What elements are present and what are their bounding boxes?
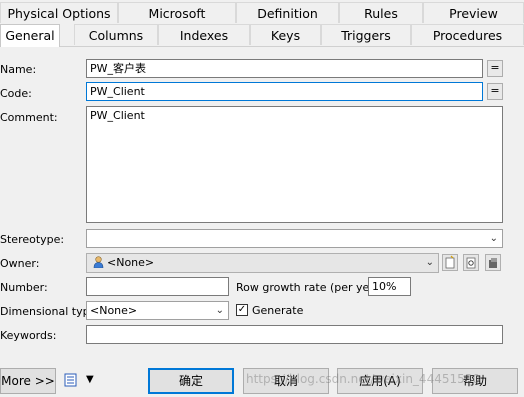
tab-preview[interactable]: Preview [423,2,524,23]
dropdown-arrow-icon[interactable]: ▼ [86,374,94,385]
tab-procedures[interactable]: Procedures [411,24,524,45]
code-field[interactable]: PW_Client [86,82,483,101]
tab-microsoft[interactable]: Microsoft [118,2,236,23]
stereotype-combo[interactable]: ⌄ [86,229,503,248]
owner-value: <None> [107,256,155,269]
generate-checkbox[interactable]: ✓ [236,304,248,316]
owner-label: Owner: [0,257,40,270]
user-icon [93,256,104,269]
name-equals-button[interactable]: = [487,60,503,77]
number-label: Number: [0,281,48,294]
number-field[interactable] [86,277,229,296]
tab-definition[interactable]: Definition [236,2,339,23]
comment-textarea[interactable]: PW_Client [86,106,503,223]
keywords-label: Keywords: [0,329,57,342]
chevron-down-icon[interactable]: ⌄ [216,302,224,319]
tab-keys[interactable]: Keys [250,24,321,45]
cancel-button[interactable]: 取消 [243,368,329,394]
chevron-down-icon[interactable]: ⌄ [426,254,434,271]
more-button[interactable]: More >> [0,368,56,394]
chevron-down-icon[interactable]: ⌄ [490,230,498,247]
code-equals-button[interactable]: = [487,83,503,100]
keywords-field[interactable] [86,325,503,344]
tab-general[interactable]: General [0,24,60,47]
row-growth-field[interactable]: 10% [368,277,411,296]
dimensional-type-value: <None> [90,304,138,317]
row-growth-label: Row growth rate (per year): [236,281,389,294]
tab-indexes[interactable]: Indexes [158,24,250,45]
tab-physical-options[interactable]: Physical Options [0,2,118,23]
owner-properties-icon[interactable] [485,254,501,271]
tab-rules[interactable]: Rules [339,2,423,23]
ok-button[interactable]: 确定 [148,368,234,394]
list-icon[interactable] [64,373,80,387]
name-label: Name: [0,63,37,76]
comment-label: Comment: [0,111,58,124]
name-field[interactable]: PW_客户表 [86,59,483,78]
dimensional-type-combo[interactable]: <None> ⌄ [86,301,229,320]
find-owner-icon[interactable] [463,254,479,271]
stereotype-label: Stereotype: [0,233,65,246]
code-label: Code: [0,87,32,100]
create-owner-icon[interactable] [442,254,458,271]
tab-row-bottom: General Columns Indexes Keys Triggers Pr… [0,24,524,47]
generate-label: Generate [252,304,304,317]
tab-row-top: Physical Options Microsoft Definition Ru… [0,2,524,24]
tab-triggers[interactable]: Triggers [321,24,411,45]
tab-columns[interactable]: Columns [74,24,158,45]
help-button[interactable]: 帮助 [432,368,518,394]
owner-combo[interactable]: <None> ⌄ [86,253,439,273]
apply-button[interactable]: 应用(A) [337,368,423,394]
